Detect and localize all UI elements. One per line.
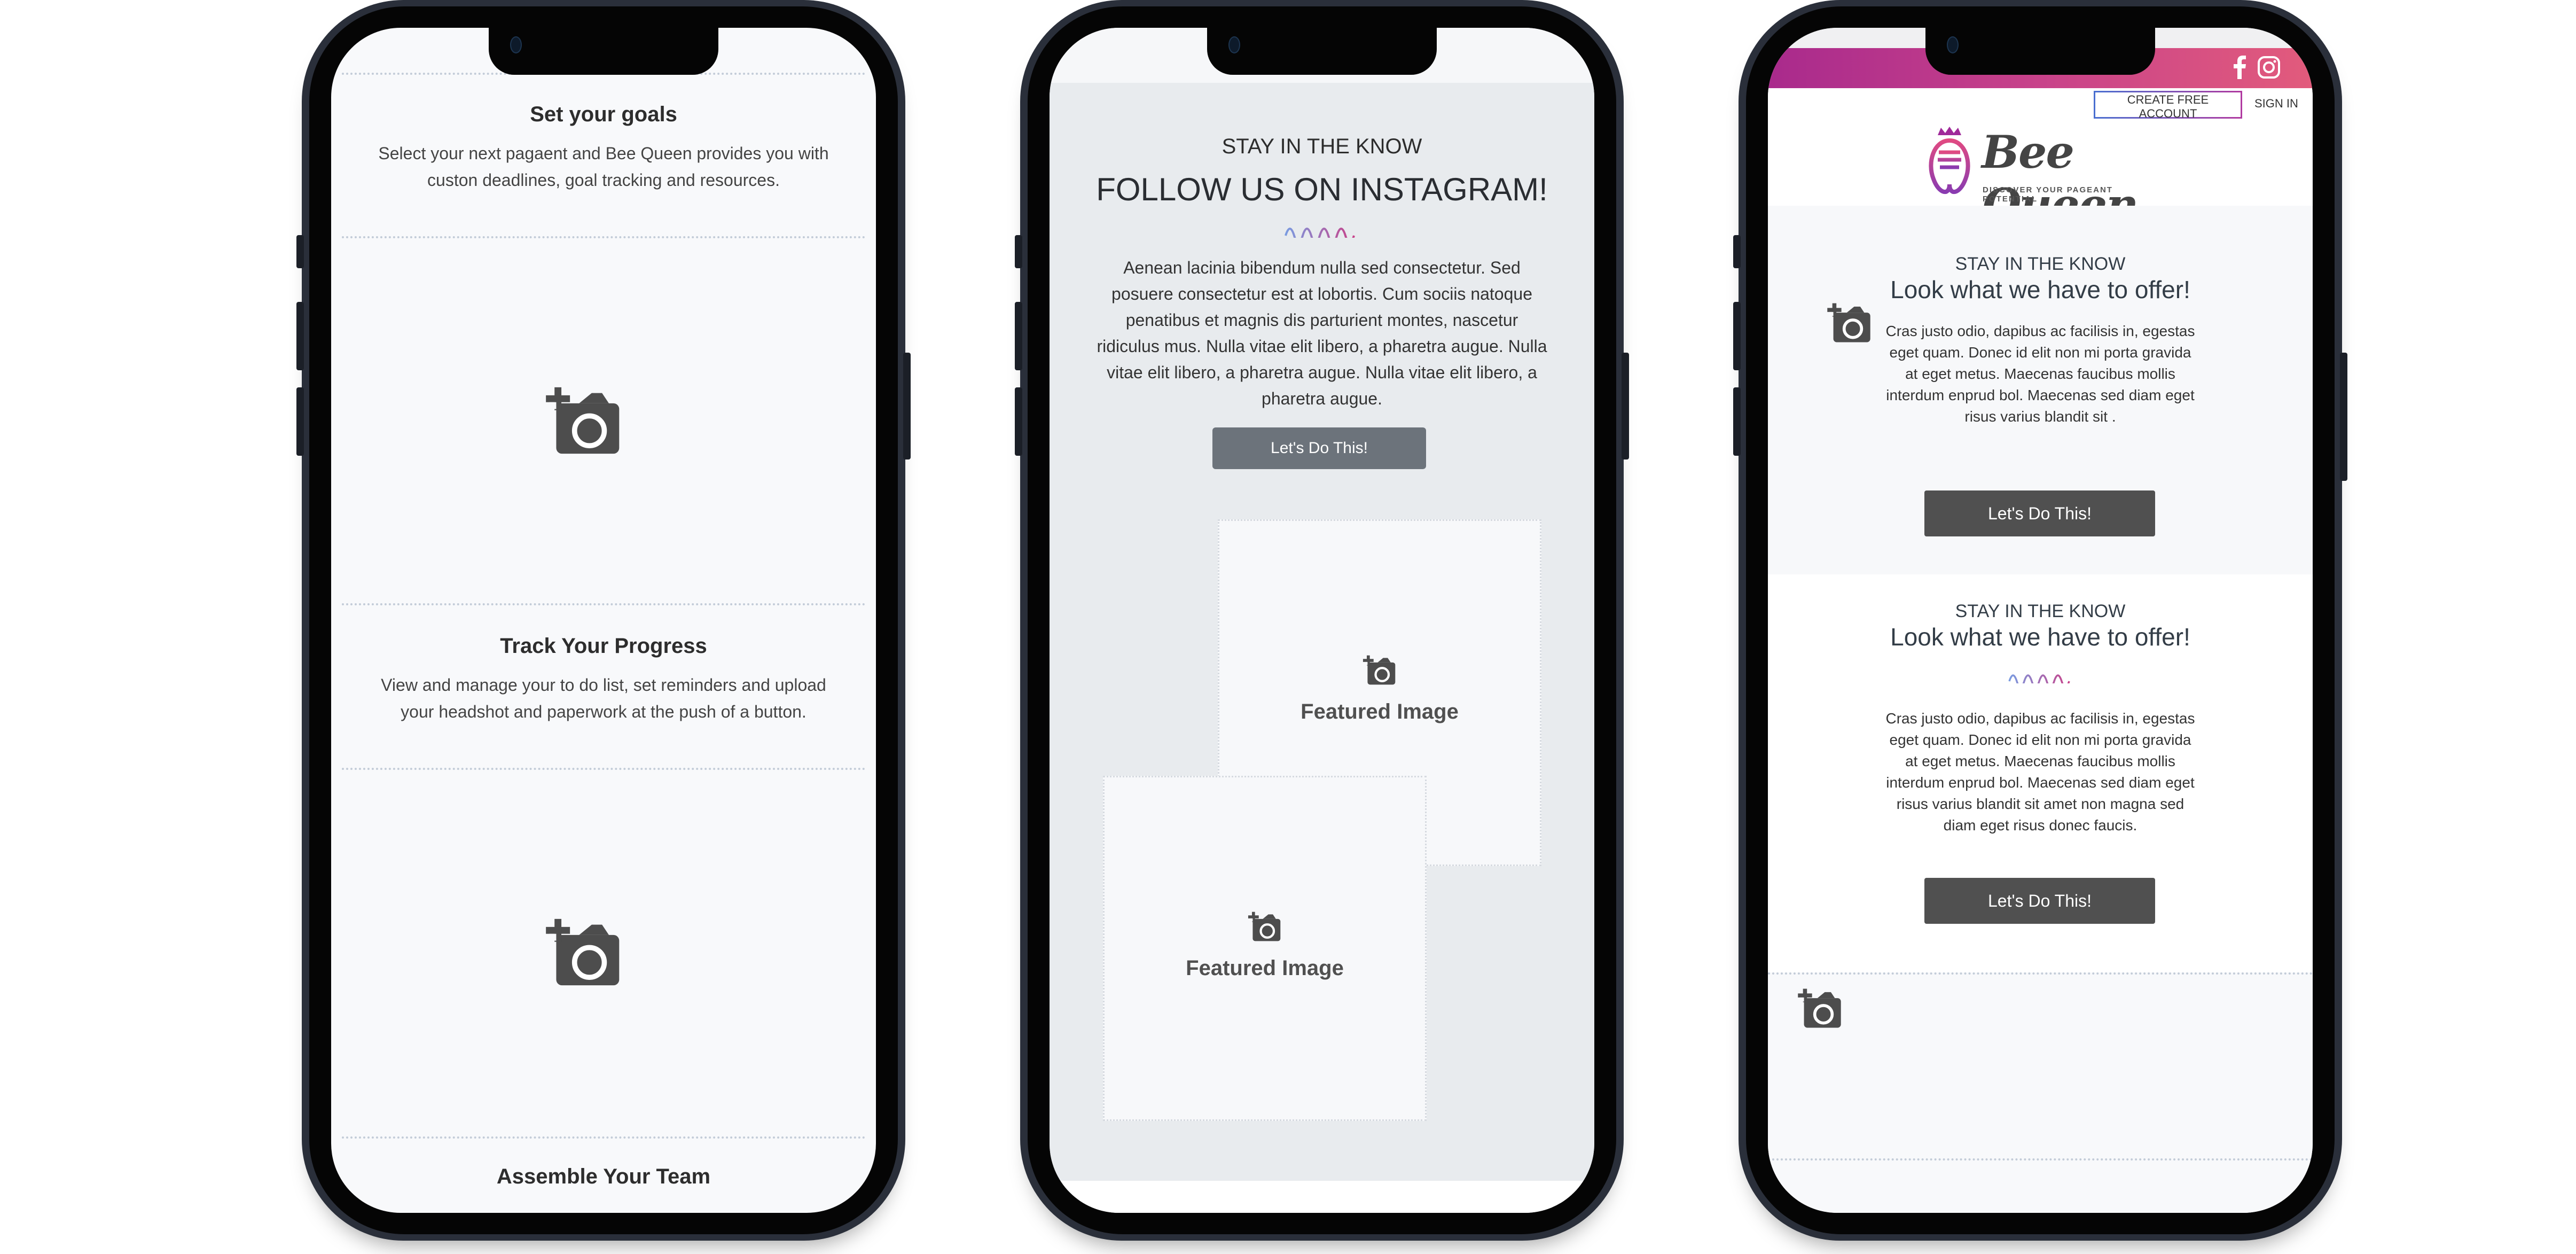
volume-down-button — [1733, 387, 1741, 456]
section-body: Cras justo odio, dapibus ac facilisis in… — [1885, 323, 2195, 425]
social-links — [2234, 56, 2281, 79]
section-title: Look what we have to offer! — [1890, 623, 2190, 651]
phone-mockup-left: Set your goals Select your next pagaent … — [296, 0, 911, 1241]
screen-middle: STAY IN THE KNOW FOLLOW US ON INSTAGRAM!… — [1050, 28, 1594, 1213]
add-photo-icon[interactable] — [545, 386, 625, 455]
section-body: Select your next pagaent and Bee Queen p… — [378, 144, 829, 190]
featured-image-label: Featured Image — [1301, 700, 1459, 723]
front-camera — [510, 36, 522, 53]
create-free-account-button[interactable]: CREATE FREE ACCOUNT — [2094, 91, 2242, 120]
screen-left: Set your goals Select your next pagaent … — [331, 28, 876, 1213]
featured-image-label: Featured Image — [1186, 956, 1344, 980]
volume-up-button — [1015, 302, 1022, 370]
notch — [489, 21, 718, 75]
add-photo-icon[interactable] — [1827, 302, 1874, 344]
squiggle-divider-icon — [1285, 228, 1355, 238]
section-body: View and manage your to do list, set rem… — [381, 675, 826, 721]
section-title: Track Your Progress — [500, 634, 707, 658]
sign-in-link[interactable]: SIGN IN — [2251, 96, 2301, 111]
front-camera — [1228, 36, 1240, 53]
add-photo-icon[interactable] — [1797, 987, 1844, 1029]
section-divider — [342, 1136, 865, 1139]
screen-right: CREATE FREE ACCOUNT SIGN IN Bee Queen DI… — [1768, 28, 2313, 1213]
image-section — [1768, 972, 2313, 1213]
volume-up-button — [296, 302, 304, 370]
volume-up-button — [1733, 302, 1741, 370]
power-button — [1622, 353, 1629, 459]
power-button — [903, 353, 911, 459]
section-kicker: STAY IN THE KNOW — [1955, 601, 2126, 621]
section-title: FOLLOW US ON INSTAGRAM! — [1096, 172, 1548, 207]
lets-do-this-button[interactable]: Let's Do This! — [1212, 427, 1426, 469]
logo-tagline: DISCOVER YOUR PAGEANT POTENTIAL — [1983, 185, 2113, 204]
phone-mockup-middle: STAY IN THE KNOW FOLLOW US ON INSTAGRAM!… — [1015, 0, 1629, 1241]
bee-queen-logo[interactable]: Bee Queen DISCOVER YOUR PAGEANT POTENTIA… — [1923, 126, 2152, 231]
featured-image-placeholder[interactable]: Featured Image — [1103, 776, 1427, 1121]
instagram-icon[interactable] — [2257, 56, 2281, 79]
section-kicker: STAY IN THE KNOW — [1222, 135, 1422, 158]
add-photo-icon — [1363, 655, 1398, 686]
section-divider — [342, 236, 865, 238]
section-title: Set your goals — [530, 103, 677, 126]
footer-strip — [1050, 1181, 1594, 1213]
front-camera — [1947, 36, 1959, 53]
section-divider — [342, 603, 865, 605]
offer-section-1: STAY IN THE KNOW Look what we have to of… — [1768, 206, 2313, 574]
phone-mockup-right: CREATE FREE ACCOUNT SIGN IN Bee Queen DI… — [1733, 0, 2347, 1241]
notch — [1925, 21, 2155, 75]
section-body: Cras justo odio, dapibus ac facilisis in… — [1885, 710, 2195, 834]
lets-do-this-button[interactable]: Let's Do This! — [1924, 878, 2155, 924]
volume-down-button — [296, 387, 304, 456]
add-photo-icon — [1248, 911, 1283, 942]
volume-down-button — [1015, 387, 1022, 456]
section-title: Assemble Your Team — [496, 1165, 711, 1188]
section-kicker: STAY IN THE KNOW — [1955, 254, 2126, 274]
offer-section-2: STAY IN THE KNOW Look what we have to of… — [1768, 574, 2313, 972]
mute-switch — [1015, 235, 1022, 268]
section-divider — [1768, 1158, 2313, 1160]
bee-crown-logo-icon — [1929, 127, 1970, 194]
section-title: Look what we have to offer! — [1890, 276, 2190, 303]
squiggle-divider-icon — [2008, 674, 2070, 683]
notch — [1207, 21, 1437, 75]
mute-switch — [1733, 235, 1741, 268]
section-divider — [1768, 972, 2313, 975]
section-body: Aenean lacinia bibendum nulla sed consec… — [1097, 258, 1547, 408]
section-divider — [342, 768, 865, 770]
lets-do-this-button[interactable]: Let's Do This! — [1924, 490, 2155, 536]
facebook-icon[interactable] — [2234, 56, 2246, 79]
mute-switch — [296, 235, 304, 268]
add-photo-icon[interactable] — [545, 917, 625, 987]
power-button — [2340, 353, 2347, 481]
